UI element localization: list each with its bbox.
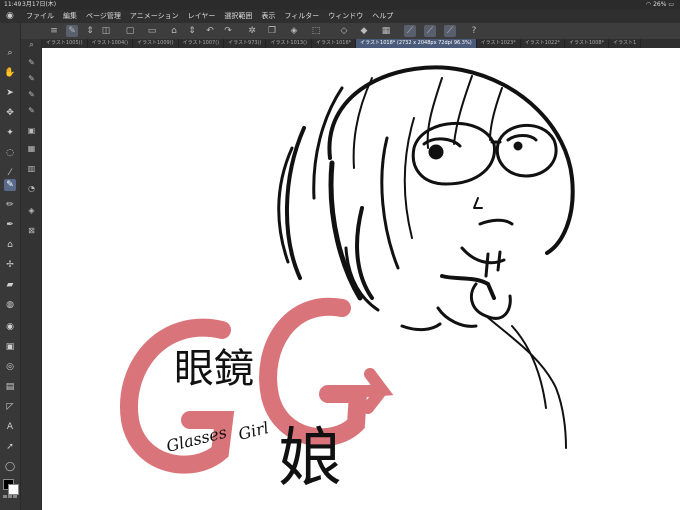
- subtool-pen-b-icon[interactable]: ✎: [26, 73, 37, 84]
- document-tab[interactable]: イラスト1009(): [133, 39, 179, 48]
- decoration-icon[interactable]: ✢: [4, 259, 16, 271]
- text-icon[interactable]: A: [4, 421, 16, 433]
- background-color-swatch[interactable]: [8, 484, 19, 495]
- menu-item[interactable]: ページ管理: [86, 10, 121, 23]
- eyedropper-icon[interactable]: ⁄: [4, 167, 16, 179]
- subtool-material-icon[interactable]: ▥: [26, 163, 37, 174]
- document-tab[interactable]: イラスト1023*: [477, 39, 521, 48]
- menu-item[interactable]: 編集: [63, 10, 77, 23]
- document-tab[interactable]: イラスト973(): [224, 39, 267, 48]
- subtool-pen-a-icon[interactable]: ✎: [26, 57, 37, 68]
- menu-item[interactable]: ヘルプ: [372, 10, 393, 23]
- subtool-zoom-icon[interactable]: ⌕: [26, 39, 37, 50]
- pen-tool-icon[interactable]: ✎: [4, 179, 16, 191]
- open-folder-icon[interactable]: ▭: [146, 25, 158, 37]
- grid-icon[interactable]: ▦: [380, 25, 392, 37]
- title-line1: 眼鏡: [174, 346, 254, 392]
- pencil-icon[interactable]: ✏: [4, 199, 16, 211]
- menu-item[interactable]: フィルター: [284, 10, 319, 23]
- settings-gear-icon[interactable]: ✲: [246, 25, 258, 37]
- menu-item[interactable]: ファイル: [26, 10, 54, 23]
- eraser-icon[interactable]: ▰: [4, 279, 16, 291]
- menu-item[interactable]: 表示: [261, 10, 275, 23]
- battery-icon: ▭: [668, 1, 674, 8]
- stabilizer-high-icon[interactable]: ⟋: [444, 25, 456, 37]
- artwork: 眼鏡 娘 Glasses Girl: [120, 65, 575, 496]
- menu-item[interactable]: 選択範囲: [224, 10, 252, 23]
- subtool-pen-d-icon[interactable]: ✎: [26, 105, 37, 116]
- fill-icon[interactable]: ◈: [288, 25, 300, 37]
- menu-item[interactable]: ウィンドウ: [328, 10, 363, 23]
- ios-status-bar: 11:49 3月17日(木) ◠ 26% ▭: [0, 0, 680, 10]
- status-time: 11:49: [4, 1, 22, 8]
- document-tabs: イラスト1005() イラスト1004() イラスト1009() イラスト1007()…: [42, 39, 680, 48]
- zoom-icon[interactable]: ⌕: [4, 47, 16, 59]
- blend-icon[interactable]: ◍: [4, 299, 16, 311]
- save-icon[interactable]: ⌂: [168, 25, 180, 37]
- title-line2: 娘: [278, 422, 342, 496]
- sub-tool-bar: ⌕ ✎ ✎ ✎ ✎ ▣ ▦ ▥ ◔ ◈ ⊠: [21, 39, 42, 510]
- lasso-icon[interactable]: ◌: [4, 147, 16, 159]
- tool-bar: ⌕ ✋ ➤ ✥ ✦ ◌ ⁄ ✎ ✏ ✒ ⌂ ✢ ▰ ◍ ◉ ▣ ◎ ▤ ◸ A …: [0, 23, 21, 510]
- figure-icon[interactable]: ◎: [4, 361, 16, 373]
- document-tab[interactable]: イラスト1016*: [312, 39, 357, 48]
- document-tab[interactable]: イラスト1004(): [88, 39, 134, 48]
- invert-selection-icon[interactable]: ◆: [358, 25, 370, 37]
- airbrush-icon[interactable]: ⌂: [4, 239, 16, 251]
- magic-wand-icon[interactable]: ✦: [4, 127, 16, 139]
- stepper-icon[interactable]: ⇕: [84, 25, 96, 37]
- menu-item[interactable]: アニメーション: [130, 10, 179, 23]
- new-file-icon[interactable]: ▢: [124, 25, 136, 37]
- move-icon[interactable]: ✥: [4, 107, 16, 119]
- subtool-pen-c-icon[interactable]: ✎: [26, 89, 37, 100]
- stabilizer-low-icon[interactable]: ⟋: [404, 25, 416, 37]
- gradient-icon[interactable]: ▣: [4, 341, 16, 353]
- document-tab[interactable]: イラスト1: [609, 39, 642, 48]
- menu-item[interactable]: レイヤー: [188, 10, 216, 23]
- pen-settings-icon[interactable]: ✎: [66, 25, 78, 37]
- clear-selection-icon[interactable]: ◇: [338, 25, 350, 37]
- operation-icon[interactable]: ➤: [4, 87, 16, 99]
- document-tab[interactable]: イラスト1008*: [565, 39, 610, 48]
- object-icon[interactable]: ➚: [4, 441, 16, 453]
- balloon-icon[interactable]: ◯: [4, 461, 16, 473]
- hand-icon[interactable]: ✋: [4, 67, 16, 79]
- subtool-navigator-icon[interactable]: ◔: [26, 183, 37, 194]
- stabilizer-mid-icon[interactable]: ⟋: [424, 25, 436, 37]
- script-line2: Girl: [236, 418, 270, 444]
- menu-items: ファイル 編集 ページ管理 アニメーション レイヤー 選択範囲 表示 フィルター ウィンドウ ヘル…: [26, 10, 393, 23]
- transform-icon[interactable]: ⬚: [310, 25, 322, 37]
- app-logo-icon[interactable]: ◉: [6, 11, 16, 21]
- ruler-icon[interactable]: ◸: [4, 401, 16, 413]
- document-tab[interactable]: イラスト1013(): [266, 39, 313, 48]
- color-mode-row[interactable]: [3, 495, 17, 498]
- subtool-image-icon[interactable]: ▦: [26, 143, 37, 154]
- command-bar: ≡ ✎ ⇕ ◫ ▢ ▭ ⌂ ⇕ ↶ ↷ ✲ ❐ ◈ ⬚ ◇ ◆ ▦ ⟋ ⟋ ⟋ …: [0, 23, 680, 40]
- subtool-3d-icon[interactable]: ◈: [26, 205, 37, 216]
- help-icon[interactable]: ?: [468, 25, 480, 37]
- wifi-icon: ◠: [645, 1, 652, 8]
- hamburger-icon[interactable]: ≡: [48, 25, 60, 37]
- document-tab[interactable]: イラスト1007(): [179, 39, 225, 48]
- frame-icon[interactable]: ▤: [4, 381, 16, 393]
- undo-icon[interactable]: ↶: [204, 25, 216, 37]
- subtool-layer-icon[interactable]: ▣: [26, 125, 37, 136]
- redo-icon[interactable]: ↷: [222, 25, 234, 37]
- document-tab[interactable]: イラスト1022*: [521, 39, 565, 48]
- brush-icon[interactable]: ✒: [4, 219, 16, 231]
- menu-bar: ◉ ファイル 編集 ページ管理 アニメーション レイヤー 選択範囲 表示 フィルター ウィンドウ…: [0, 10, 680, 23]
- status-date: 3月17日(木): [22, 1, 57, 8]
- document-tab[interactable]: イラスト1005(): [42, 39, 88, 48]
- fill-bucket-icon[interactable]: ◉: [4, 321, 16, 333]
- drawing-canvas[interactable]: 眼鏡 娘 Glasses Girl: [42, 48, 680, 510]
- layer-icon[interactable]: ◫: [100, 25, 112, 37]
- status-right: ◠ 26% ▭: [646, 0, 674, 10]
- copy-icon[interactable]: ❐: [266, 25, 278, 37]
- export-icon[interactable]: ⇕: [186, 25, 198, 37]
- document-tab-active[interactable]: イラスト1018* (2732 x 2048px 72dpi 96.3%): [356, 39, 477, 48]
- subtool-timeline-icon[interactable]: ⊠: [26, 225, 37, 236]
- battery-label: 26%: [653, 1, 667, 8]
